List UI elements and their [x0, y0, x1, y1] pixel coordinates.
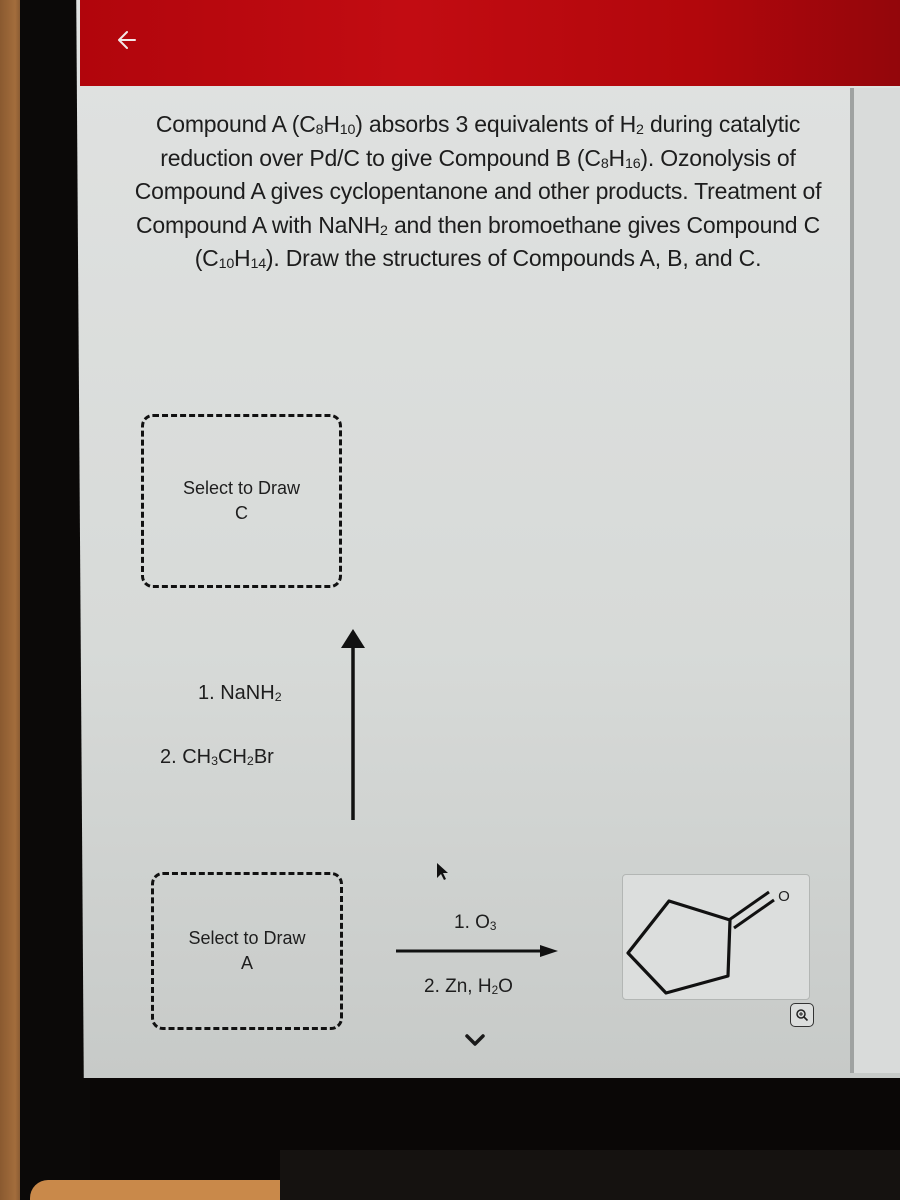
reagent-step-2: 2. CH3CH2Br [160, 746, 274, 768]
zoom-structure-button[interactable] [790, 1003, 814, 1027]
draw-box-compound: A [240, 953, 253, 973]
subscript: 10 [339, 122, 356, 139]
question-fragment: Compound A (C [155, 111, 316, 137]
subscript: 8 [600, 155, 609, 172]
keyboard-edge [280, 1150, 900, 1200]
reaction-arrow-right [396, 945, 558, 957]
side-panel [850, 88, 900, 1073]
question-fragment: ). Draw the structures of Compounds A, B… [265, 245, 762, 271]
reagent-step-1: 1. NaNH2 [198, 682, 282, 704]
desk-corner [30, 1180, 290, 1200]
subscript: 14 [250, 256, 266, 273]
magnifier-icon [796, 1009, 809, 1022]
subscript: 16 [624, 155, 641, 172]
question-fragment: H [608, 144, 626, 171]
draw-box-compound: C [235, 503, 248, 523]
arrow-left-icon [118, 31, 136, 49]
chevron-down-icon[interactable] [462, 1032, 488, 1048]
ozonolysis-step-2: 2. Zn, H2O [424, 976, 513, 997]
subscript: 10 [218, 256, 235, 273]
draw-box-label: Select to Draw [188, 928, 306, 948]
reaction-arrow-up [341, 629, 365, 820]
header-bar [80, 0, 900, 86]
subscript: 2 [636, 122, 644, 139]
draw-compound-c-box[interactable]: Select to Draw C [141, 414, 342, 588]
mouse-cursor-icon [437, 863, 448, 880]
question-fragment: ) absorbs 3 equivalents of H [355, 111, 637, 137]
question-fragment: H [323, 111, 340, 137]
question-fragment: H [234, 245, 251, 271]
subscript: 2 [380, 222, 388, 239]
oxygen-atom-label: O [778, 888, 790, 905]
question-text: Compound A (C8H10) absorbs 3 equivalents… [128, 108, 828, 276]
cyclopentanone-structure: O [626, 888, 790, 995]
draw-box-label: Select to Draw [182, 478, 301, 498]
back-button[interactable] [106, 20, 146, 60]
problem-content: Compound A (C8H10) absorbs 3 equivalents… [108, 86, 848, 1078]
draw-compound-a-box[interactable]: Select to Draw A [151, 872, 343, 1030]
ozonolysis-step-1: 1. O3 [454, 912, 497, 933]
product-structure-box: O [622, 874, 810, 1000]
